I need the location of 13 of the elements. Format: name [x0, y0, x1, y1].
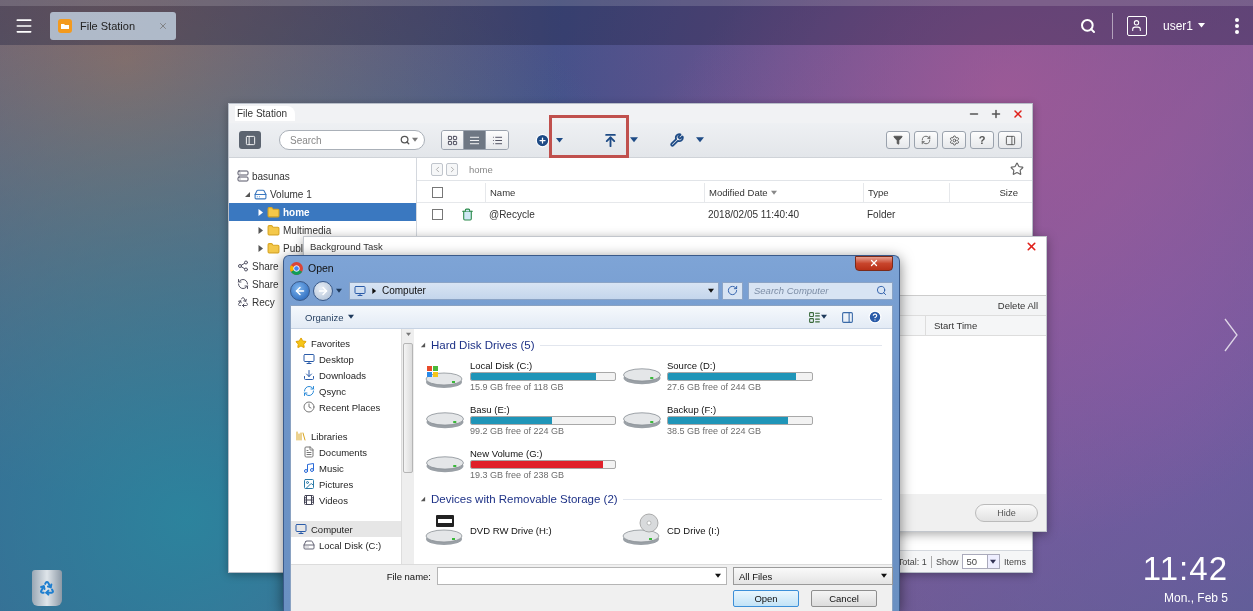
- dialog-title: Open: [308, 262, 335, 275]
- items-label: Items: [1004, 556, 1026, 567]
- table-cell-text: 2018/02/05 11:40:40: [707, 208, 800, 220]
- total-count: Total: 1: [897, 556, 927, 567]
- column-header: Start Time: [925, 316, 1046, 335]
- window-title: Background Task: [310, 240, 384, 252]
- table-cell-text: @Recycle: [488, 208, 536, 220]
- clock-time: 11:42: [1142, 550, 1228, 588]
- show-label: Show: [935, 556, 959, 567]
- table-cell-text: Folder: [866, 208, 897, 220]
- clock-date: Mon., Feb 5: [1163, 591, 1228, 605]
- window-title: File Station: [235, 106, 296, 121]
- file-name-label: File name:: [385, 570, 431, 582]
